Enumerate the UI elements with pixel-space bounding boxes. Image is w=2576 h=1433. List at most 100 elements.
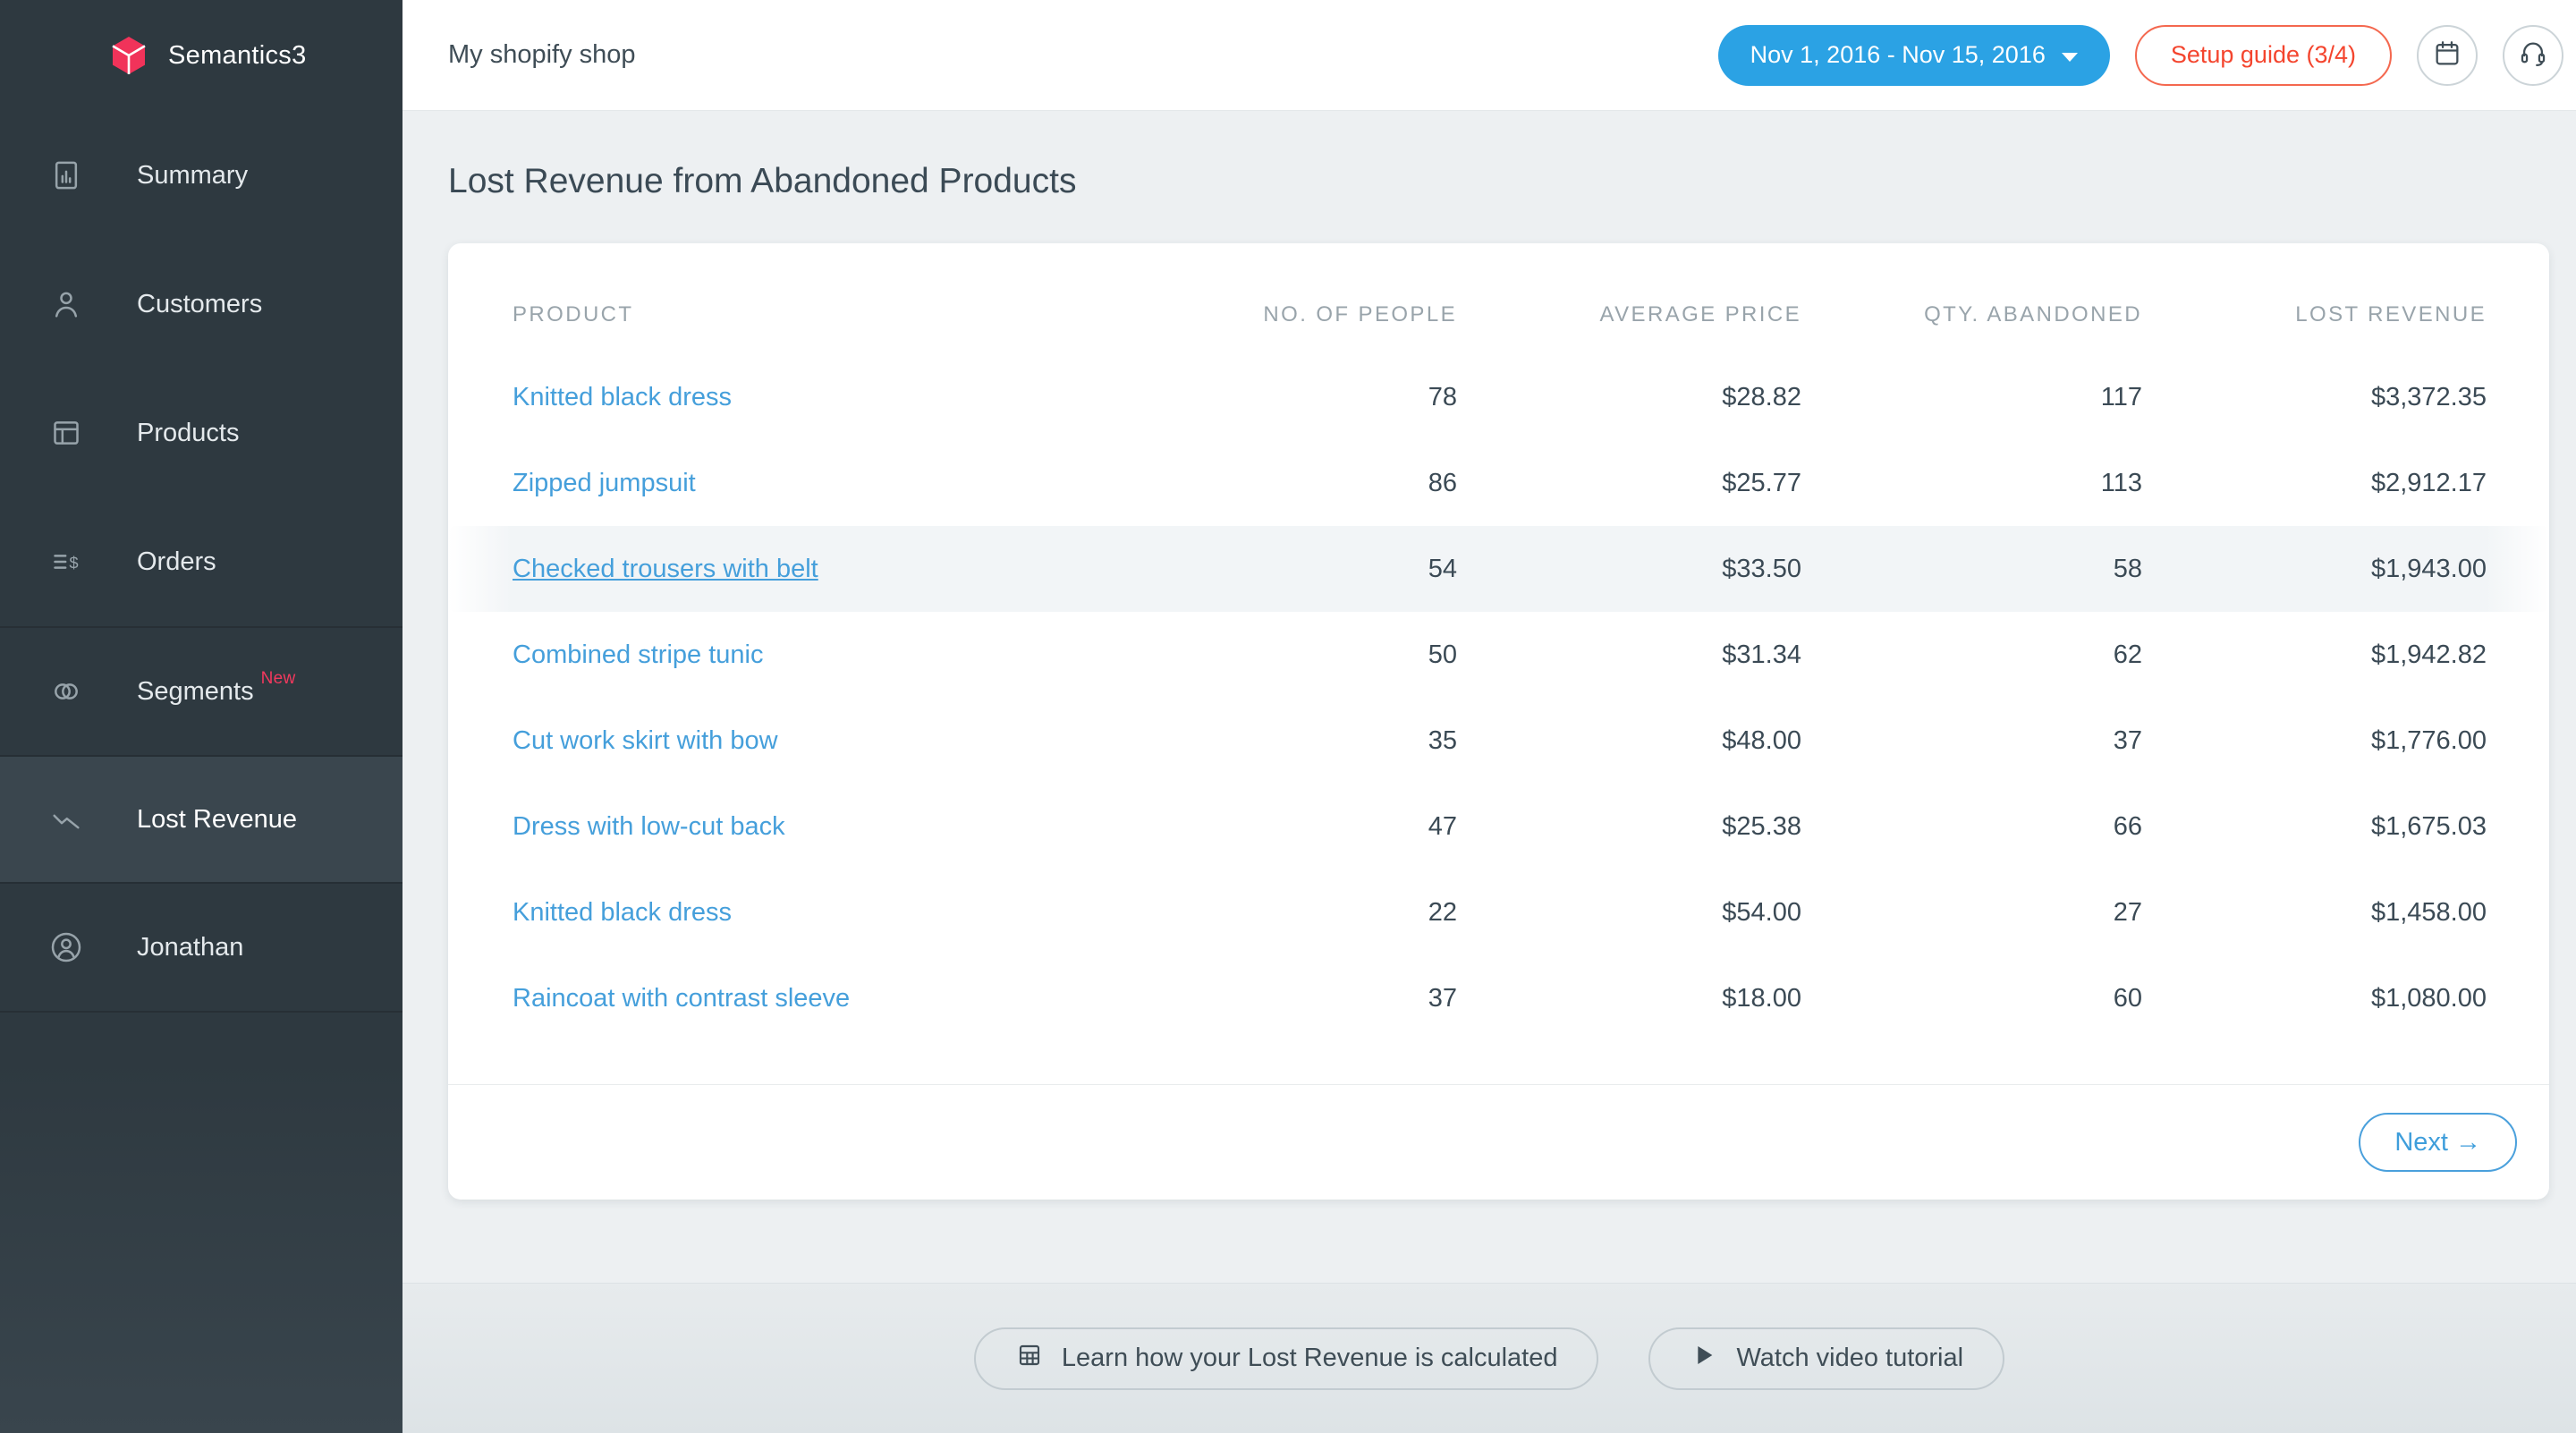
date-range-button[interactable]: Nov 1, 2016 - Nov 15, 2016 [1718,25,2110,86]
sidebar-item-user[interactable]: Jonathan [0,884,402,1013]
average-price-cell: $54.00 [1457,898,1801,928]
lost-revenue-cell: $1,458.00 [2142,898,2487,928]
sidebar-item-label: Segments [137,677,254,707]
table-row: Checked trousers with belt 54 $33.50 58 … [448,526,2549,612]
product-cell: Checked trousers with belt [513,555,1099,584]
column-header: NO. OF PEOPLE [1099,302,1457,327]
sidebar-item-label: Lost Revenue [137,805,297,835]
average-price-cell: $25.38 [1457,812,1801,842]
support-headset-icon [2518,38,2548,72]
content: Lost Revenue from Abandoned Products PRO… [402,111,2576,1433]
next-page-button[interactable]: Next → [2359,1113,2517,1172]
topbar-actions: Nov 1, 2016 - Nov 15, 2016 Setup guide (… [1718,25,2563,86]
calendar-icon [2432,38,2462,72]
lost-revenue-cell: $3,372.35 [2142,383,2487,412]
setup-guide-button[interactable]: Setup guide (3/4) [2135,25,2392,86]
bar-chart-icon [48,157,84,193]
sidebar: Semantics3 Summary [0,0,402,1433]
sidebar-item-summary[interactable]: Summary [0,111,402,240]
average-price-cell: $28.82 [1457,383,1801,412]
learn-lost-revenue-button[interactable]: Learn how your Lost Revenue is calculate… [974,1327,1599,1390]
product-link[interactable]: Checked trousers with belt [513,555,818,583]
product-link[interactable]: Combined stripe tunic [513,640,763,669]
lost-revenue-cell: $1,942.82 [2142,640,2487,670]
product-link[interactable]: Knitted black dress [513,383,732,411]
table-row: Dress with low-cut back 47 $25.38 66 $1,… [448,784,2549,869]
people-cell: 22 [1099,898,1457,928]
support-button[interactable] [2503,25,2563,86]
lost-revenue-card: PRODUCT NO. OF PEOPLE AVERAGE PRICE QTY.… [448,243,2549,1200]
average-price-cell: $18.00 [1457,984,1801,1013]
column-header: LOST REVENUE [2142,302,2487,327]
sidebar-item-label: Products [137,419,239,448]
table-row: Cut work skirt with bow 35 $48.00 37 $1,… [448,698,2549,784]
date-range-label: Nov 1, 2016 - Nov 15, 2016 [1750,41,2046,69]
help-band: Learn how your Lost Revenue is calculate… [402,1283,2576,1433]
product-link[interactable]: Zipped jumpsuit [513,469,696,497]
lost-revenue-cell: $2,912.17 [2142,469,2487,498]
product-cell: Combined stripe tunic [513,640,1099,670]
average-price-cell: $33.50 [1457,555,1801,584]
cube-logo-icon [107,34,150,77]
shop-name: My shopify shop [448,40,636,70]
people-cell: 47 [1099,812,1457,842]
table-row: Knitted black dress 22 $54.00 27 $1,458.… [448,869,2549,955]
lost-revenue-cell: $1,943.00 [2142,555,2487,584]
page-title: Lost Revenue from Abandoned Products [448,161,2549,202]
sidebar-item-lost-revenue[interactable]: Lost Revenue [0,755,402,884]
table-row: Zipped jumpsuit 86 $25.77 113 $2,912.17 [448,440,2549,526]
new-badge: New [261,669,296,689]
main-area: My shopify shop Nov 1, 2016 - Nov 15, 20… [402,0,2576,1433]
sidebar-nav: Summary Customers Prod [0,111,402,1013]
product-cell: Zipped jumpsuit [513,469,1099,498]
product-link[interactable]: Raincoat with contrast sleeve [513,984,850,1013]
lost-revenue-cell: $1,675.03 [2142,812,2487,842]
sidebar-item-orders[interactable]: $ Orders [0,497,402,626]
sidebar-item-customers[interactable]: Customers [0,240,402,369]
table-body: Knitted black dress 78 $28.82 117 $3,372… [448,354,2549,1041]
lost-revenue-cell: $1,080.00 [2142,984,2487,1013]
learn-label: Learn how your Lost Revenue is calculate… [1062,1344,1558,1373]
calculator-grid-icon [1015,1341,1044,1377]
trend-down-icon [48,801,84,837]
sidebar-user-label: Jonathan [137,933,243,962]
video-label: Watch video tutorial [1736,1344,1963,1373]
avatar-icon [48,929,84,965]
topbar: My shopify shop Nov 1, 2016 - Nov 15, 20… [402,0,2576,111]
brand-name: Semantics3 [168,41,307,71]
lost-revenue-cell: $1,776.00 [2142,726,2487,756]
average-price-cell: $31.34 [1457,640,1801,670]
people-cell: 37 [1099,984,1457,1013]
product-link[interactable]: Knitted black dress [513,898,732,927]
table-header-row: PRODUCT NO. OF PEOPLE AVERAGE PRICE QTY.… [448,276,2549,354]
sidebar-item-products[interactable]: Products [0,369,402,497]
product-link[interactable]: Dress with low-cut back [513,812,785,841]
qty-abandoned-cell: 37 [1801,726,2142,756]
product-link[interactable]: Cut work skirt with bow [513,726,778,755]
qty-abandoned-cell: 62 [1801,640,2142,670]
content-inner: Lost Revenue from Abandoned Products PRO… [402,111,2576,1283]
product-cell: Raincoat with contrast sleeve [513,984,1099,1013]
calendar-button[interactable] [2417,25,2478,86]
people-cell: 35 [1099,726,1457,756]
qty-abandoned-cell: 66 [1801,812,2142,842]
product-cell: Knitted black dress [513,898,1099,928]
brand-logo[interactable]: Semantics3 [0,0,402,111]
product-cell: Cut work skirt with bow [513,726,1099,756]
sidebar-item-label: Orders [137,547,216,577]
column-header: PRODUCT [513,302,1099,327]
table-row: Knitted black dress 78 $28.82 117 $3,372… [448,354,2549,440]
sidebar-item-segments[interactable]: Segments New [0,626,402,755]
watch-video-button[interactable]: Watch video tutorial [1648,1327,2004,1390]
table-row: Combined stripe tunic 50 $31.34 62 $1,94… [448,612,2549,698]
person-icon [48,286,84,322]
people-cell: 54 [1099,555,1457,584]
people-cell: 50 [1099,640,1457,670]
window-icon [48,415,84,451]
venn-circles-icon [48,674,84,709]
sidebar-item-label: Summary [137,161,248,191]
qty-abandoned-cell: 117 [1801,383,2142,412]
table-row: Raincoat with contrast sleeve 37 $18.00 … [448,955,2549,1041]
product-cell: Knitted black dress [513,383,1099,412]
sidebar-item-label: Customers [137,290,262,319]
